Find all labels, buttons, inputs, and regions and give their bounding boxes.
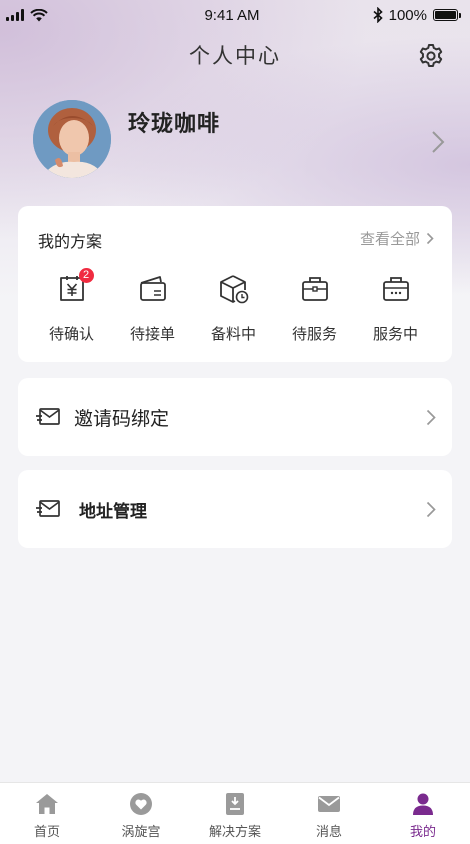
envelope-icon (36, 408, 60, 425)
settings-button[interactable] (418, 43, 444, 69)
tab-label: 消息 (315, 825, 342, 840)
chevron-right-icon (426, 409, 436, 425)
heart-bubble-icon (130, 793, 152, 815)
page-title: 个人中心 (189, 44, 281, 68)
wifi-icon (30, 8, 48, 21)
tab-label: 首页 (33, 825, 60, 840)
plan-item-label: 待接单 (129, 325, 175, 343)
address-management-label: 地址管理 (79, 501, 147, 522)
bottom-tab-bar: 首页 涡旋宫 解决方案 消息 我的 (0, 782, 470, 844)
wallet-icon (136, 272, 170, 306)
tab-messages[interactable]: 消息 (282, 783, 376, 844)
avatar-image (33, 100, 111, 178)
notification-badge: 2 (78, 268, 94, 283)
invite-code-row[interactable]: 邀请码绑定 (18, 378, 452, 456)
box-clock-icon (217, 272, 251, 306)
status-bar: 9:41 AM 100% (0, 0, 470, 30)
tab-vortex-palace[interactable]: 涡旋宫 (94, 783, 188, 844)
book-icon (226, 793, 244, 815)
plan-item-pending-service[interactable]: 待服务 (274, 272, 355, 344)
mail-icon (318, 796, 340, 812)
battery-percent: 100% (388, 6, 427, 24)
status-left (6, 8, 126, 22)
tab-label: 我的 (409, 825, 436, 840)
view-all-link[interactable]: 查看全部 (360, 228, 434, 249)
yuan-receipt-icon: 2 (55, 268, 94, 306)
status-right: 100% (338, 6, 461, 24)
tab-label: 涡旋宫 (121, 825, 161, 840)
address-management-row[interactable]: 地址管理 (18, 470, 452, 548)
chevron-right-icon (426, 232, 434, 245)
plan-status-list: 2 待确认 待接单 备料中 待服务 服务中 (18, 268, 452, 344)
briefcase-icon (298, 272, 332, 306)
chevron-right-icon[interactable] (431, 130, 445, 154)
plan-item-label: 待确认 (48, 325, 94, 343)
view-all-label: 查看全部 (359, 230, 420, 248)
avatar[interactable] (33, 100, 111, 178)
plan-item-preparing[interactable]: 备料中 (193, 272, 274, 344)
my-plans-card: 我的方案 查看全部 2 待确认 待接单 备料中 待服务 服务中 (18, 206, 452, 362)
plan-item-label: 待服务 (291, 325, 337, 343)
profile-section[interactable]: 玲珑咖啡 (33, 100, 453, 180)
plan-item-pending-accept[interactable]: 待接单 (112, 272, 193, 344)
plan-item-in-service[interactable]: 服务中 (355, 272, 436, 344)
my-plans-title: 我的方案 (38, 232, 103, 251)
envelope-icon (36, 500, 60, 517)
briefcase-dots-icon (379, 272, 413, 306)
chevron-right-icon (426, 501, 436, 517)
profile-name: 玲珑咖啡 (128, 112, 221, 137)
tab-home[interactable]: 首页 (0, 783, 94, 844)
tab-solutions[interactable]: 解决方案 (188, 783, 282, 844)
signal-icon (6, 9, 24, 21)
gear-icon (419, 44, 443, 67)
bluetooth-icon (373, 7, 383, 23)
plan-item-label: 服务中 (372, 325, 418, 343)
home-icon (36, 794, 58, 814)
tab-label: 解决方案 (208, 825, 261, 840)
status-time: 9:41 AM (204, 6, 260, 24)
plan-item-pending-confirm[interactable]: 2 待确认 (31, 268, 112, 344)
tab-profile[interactable]: 我的 (376, 783, 470, 844)
battery-icon (432, 9, 461, 21)
plan-item-label: 备料中 (210, 325, 256, 343)
person-icon (413, 793, 433, 815)
invite-code-label: 邀请码绑定 (74, 407, 170, 430)
